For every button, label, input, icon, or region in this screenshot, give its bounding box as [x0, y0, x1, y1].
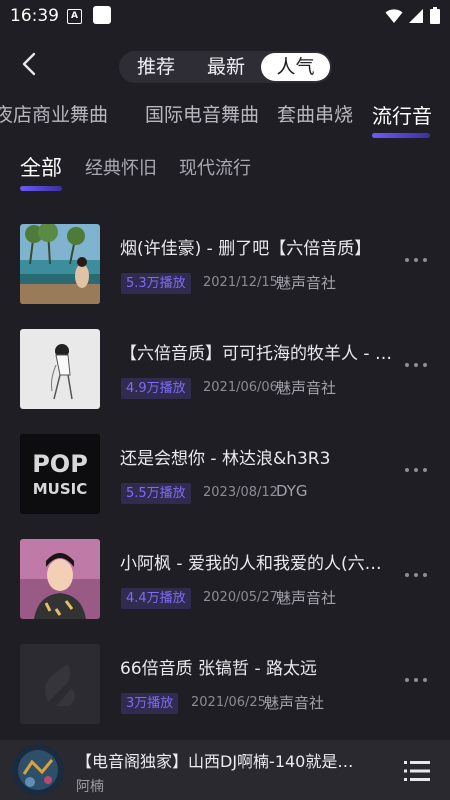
top-nav: 推荐 最新 人气	[0, 44, 450, 88]
song-artist: 魅声音社	[276, 274, 337, 292]
status-bar: 16:39 A	[0, 0, 450, 32]
ranking-segmented-control: 推荐 最新 人气	[119, 51, 332, 83]
song-artist: DYG	[276, 482, 308, 500]
notification-a-icon: A	[67, 9, 82, 24]
subcategory-active-indicator	[20, 186, 62, 191]
tab-all[interactable]: 全部	[20, 152, 62, 182]
playlist-icon	[404, 761, 430, 781]
play-count-badge: 4.4万播放	[121, 588, 191, 609]
song-cover	[20, 539, 100, 619]
signal-icon	[409, 8, 423, 23]
mini-player[interactable]: 【电音阁独家】山西DJ啊楠-140就是… 阿楠	[0, 740, 450, 800]
segment-recommended[interactable]: 推荐	[121, 53, 191, 81]
more-options-button[interactable]	[405, 573, 431, 583]
song-row[interactable]: 烟(许佳豪) - 删了吧【六倍音质】 5.3万播放 2021/12/15 魅声音…	[0, 222, 450, 306]
tab-medley[interactable]: 套曲串烧	[277, 100, 353, 127]
song-cover	[20, 224, 100, 304]
song-date: 2021/12/15	[203, 275, 278, 290]
tab-nightclub-dance[interactable]: 夜店商业舞曲	[0, 100, 108, 127]
song-cover	[20, 644, 100, 724]
playlist-button[interactable]	[404, 760, 430, 782]
song-title: 【六倍音质】可可托海的牧羊人 - …	[120, 344, 392, 364]
play-count-badge: 5.5万播放	[121, 483, 191, 504]
cover-pop-text: POP	[32, 450, 88, 478]
tab-pop[interactable]: 流行音	[372, 100, 432, 129]
now-playing-title: 【电音阁独家】山西DJ啊楠-140就是…	[76, 752, 354, 771]
song-date: 2021/06/06	[203, 380, 278, 395]
chevron-left-icon	[22, 52, 36, 76]
song-date: 2020/05/27	[203, 590, 278, 605]
more-options-button[interactable]	[405, 363, 431, 373]
tab-classic-nostalgia[interactable]: 经典怀旧	[85, 154, 157, 180]
song-title: 烟(许佳豪) - 删了吧【六倍音质】	[120, 239, 372, 259]
notification-square-icon	[93, 6, 111, 24]
song-artist: 魅声音社	[276, 589, 337, 607]
now-playing-artist: 阿楠	[76, 779, 104, 795]
song-row[interactable]: POP MUSIC 还是会想你 - 林达浪&h3R3 5.5万播放 2023/0…	[0, 432, 450, 516]
cover-music-text: MUSIC	[33, 480, 88, 498]
song-artist: 魅声音社	[264, 694, 325, 712]
song-cover: POP MUSIC	[20, 434, 100, 514]
more-options-button[interactable]	[405, 468, 431, 478]
song-date: 2023/08/12	[203, 485, 278, 500]
player-cover[interactable]	[12, 744, 64, 796]
tab-international-edm[interactable]: 国际电音舞曲	[145, 100, 259, 127]
segment-popular[interactable]: 人气	[261, 53, 330, 81]
play-count-badge: 3万播放	[121, 693, 179, 714]
subcategory-tabs: 全部 经典怀旧 现代流行	[0, 148, 450, 198]
song-row[interactable]: 66倍音质 张镐哲 - 路太远 3万播放 2021/06/25 魅声音社	[0, 642, 450, 726]
song-row[interactable]: 【六倍音质】可可托海的牧羊人 - … 4.9万播放 2021/06/06 魅声音…	[0, 327, 450, 411]
more-options-button[interactable]	[405, 258, 431, 268]
song-title: 还是会想你 - 林达浪&h3R3	[120, 449, 331, 469]
song-cover	[20, 329, 100, 409]
tab-modern-pop[interactable]: 现代流行	[179, 154, 251, 180]
category-active-indicator	[372, 133, 430, 138]
status-icons	[385, 7, 440, 24]
play-count-badge: 4.9万播放	[121, 378, 191, 399]
status-time: 16:39	[10, 6, 59, 26]
segment-latest[interactable]: 最新	[191, 53, 261, 81]
song-date: 2021/06/25	[191, 695, 266, 710]
battery-icon	[430, 7, 440, 24]
more-options-button[interactable]	[405, 678, 431, 688]
song-title: 66倍音质 张镐哲 - 路太远	[120, 659, 317, 679]
song-row[interactable]: 小阿枫 - 爱我的人和我爱的人(六… 4.4万播放 2020/05/27 魅声音…	[0, 537, 450, 621]
song-artist: 魅声音社	[276, 379, 337, 397]
back-button[interactable]	[16, 50, 44, 78]
wifi-icon	[385, 8, 403, 23]
song-title: 小阿枫 - 爱我的人和我爱的人(六…	[120, 554, 382, 574]
play-count-badge: 5.3万播放	[121, 273, 191, 294]
